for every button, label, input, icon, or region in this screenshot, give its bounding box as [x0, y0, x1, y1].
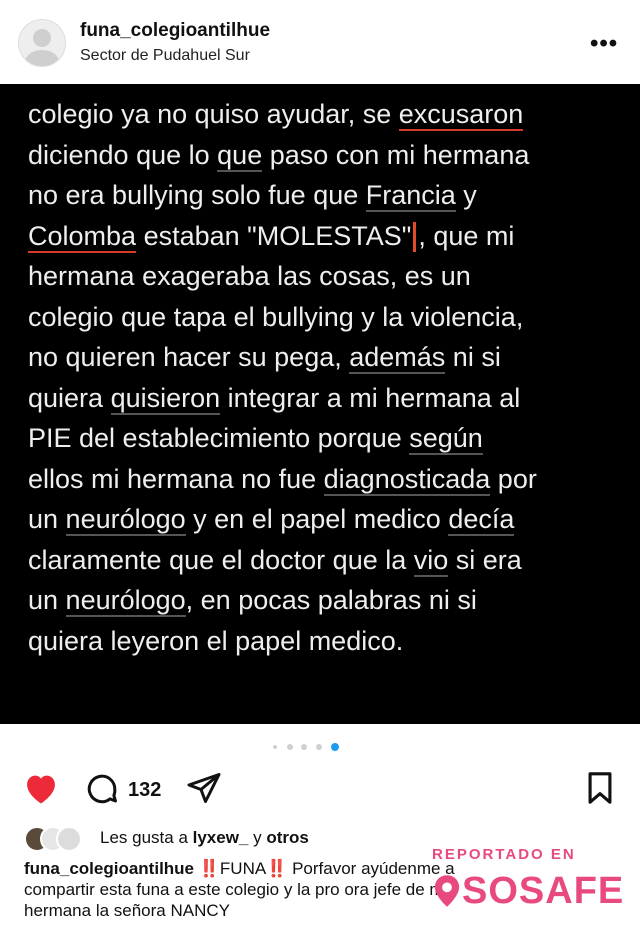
post-text-segment: no era bullying solo fue que [28, 180, 366, 210]
post-text-line: colegio ya no quiso ayudar, se excusaron [28, 94, 628, 135]
underlined-word: según [409, 423, 483, 455]
carousel-indicator [0, 742, 640, 752]
avatar-body [25, 50, 59, 66]
post-text-segment: PIE del establecimiento porque [28, 423, 410, 453]
post-text-line: diciendo que lo que paso con mi hermana [28, 135, 628, 176]
post-text-line: un neurólogo y en el papel medico decía [28, 499, 628, 540]
likes-middle: y [248, 828, 267, 847]
caption-username[interactable]: funa_colegioantilhue [24, 859, 194, 878]
post-text-segment: si era [448, 544, 522, 575]
post-text-line: Colomba estaban "MOLESTAS", que mi [28, 216, 628, 257]
underlined-word: neurólogo [65, 585, 186, 617]
carousel-dot [273, 745, 277, 749]
underlined-word: Francia [365, 180, 456, 212]
carousel-dot [316, 744, 322, 750]
underlined-word: que [217, 139, 263, 172]
more-options-icon[interactable]: ••• [590, 30, 618, 58]
caption-line: funa_colegioantilhue ‼️FUNA‼️ Porfavor a… [24, 858, 624, 879]
caption-line: hermana la señora NANCY [24, 901, 230, 920]
carousel-dot [301, 744, 307, 750]
post-text-line: quiera quisieron integrar a mi hermana a… [28, 378, 628, 419]
underlined-word: excusaron [398, 99, 524, 131]
post-text-segment: colegio que tapa el bullying y la violen… [28, 301, 524, 332]
underlined-word: decía [448, 504, 515, 536]
underlined-word: vio [413, 544, 449, 577]
post-text-line: claramente que el doctor que la vio si e… [28, 540, 628, 581]
post-header: funa_colegioantilhue Sector de Pudahuel … [0, 0, 640, 84]
underlined-word: quisieron [110, 382, 221, 415]
carousel-dot [287, 744, 293, 750]
comment-icon[interactable] [84, 771, 120, 812]
underlined-word: neurólogo [65, 504, 186, 536]
post-text-segment: colegio ya no quiso ayudar, se [28, 99, 399, 129]
text-cursor [413, 222, 417, 253]
share-icon[interactable] [186, 771, 222, 810]
likes-row[interactable]: Les gusta a lyxew_ y otros [24, 824, 624, 852]
post-text-segment: hermana exageraba las cosas, es un [28, 261, 471, 291]
post-text-segment: y en el papel medico [185, 504, 449, 534]
post-caption: funa_colegioantilhue ‼️FUNA‼️ Porfavor a… [24, 858, 624, 921]
save-bookmark-icon[interactable] [584, 771, 616, 810]
post-text-segment: por [490, 463, 537, 494]
caption-exclaim: ‼️ [266, 859, 288, 878]
caption-funa: FUNA [219, 859, 267, 878]
post-text-segment: ni si [445, 342, 501, 372]
post-text-segment: y [455, 180, 477, 210]
post-text-line: PIE del establecimiento porque según [28, 418, 628, 459]
like-heart-icon[interactable] [22, 771, 60, 810]
post-text-segment: no quieren hacer su pega, [28, 342, 350, 372]
avatar-head [33, 29, 51, 47]
post-text-segment: ellos mi hermana no fue [28, 463, 324, 494]
carousel-dot-active [331, 743, 339, 751]
post-text-segment: estaban "MOLESTAS" [136, 220, 412, 251]
post-text-segment: claramente que el doctor que la [28, 544, 414, 575]
likes-others-link[interactable]: otros [266, 828, 309, 847]
profile-username[interactable]: funa_colegioantilhue [80, 20, 270, 42]
caption-text: Porfavor ayúdenme a [287, 859, 455, 878]
post-text-segment: quiera [28, 382, 111, 413]
profile-avatar[interactable] [18, 19, 66, 67]
post-text-segment: integrar a mi hermana al [220, 382, 521, 413]
post-location[interactable]: Sector de Pudahuel Sur [80, 47, 250, 65]
underlined-word: diagnosticada [323, 463, 491, 496]
underlined-word: Colomba [28, 220, 137, 253]
comment-count: 132 [128, 779, 162, 801]
likes-prefix: Les gusta a [100, 828, 193, 847]
post-image-text: colegio ya no quiso ayudar, se excusaron… [28, 94, 628, 661]
post-text-line: no era bullying solo fue que Francia y [28, 175, 628, 216]
post-text-segment: diciendo que lo [28, 139, 218, 170]
post-text-line: hermana exageraba las cosas, es un [28, 256, 628, 297]
likes-text: Les gusta a lyxew_ y otros [100, 828, 309, 848]
liker-avatar [56, 826, 82, 852]
post-text-segment: paso con mi hermana [262, 139, 530, 170]
post-text-segment: un [28, 585, 66, 615]
post-text-segment: un [28, 504, 66, 534]
underlined-word: además [349, 342, 446, 374]
caption-line: compartir esta funa a este colegio y la … [24, 880, 448, 899]
post-image[interactable]: colegio ya no quiso ayudar, se excusaron… [0, 84, 640, 724]
post-text-segment: quiera leyeron el papel medico. [28, 625, 404, 656]
liker-username[interactable]: lyxew_ [193, 828, 249, 847]
post-text-line: no quieren hacer su pega, además ni si [28, 337, 628, 378]
post-text-line: ellos mi hermana no fue diagnosticada po… [28, 459, 628, 500]
post-text-segment: , que mi [418, 220, 515, 251]
post-text-line: quiera leyeron el papel medico. [28, 621, 628, 662]
post-text-line: colegio que tapa el bullying y la violen… [28, 297, 628, 338]
caption-exclaim: ‼️ [194, 859, 220, 878]
post-text-segment: , en pocas palabras ni si [185, 585, 477, 615]
post-text-line: un neurólogo, en pocas palabras ni si [28, 580, 628, 621]
